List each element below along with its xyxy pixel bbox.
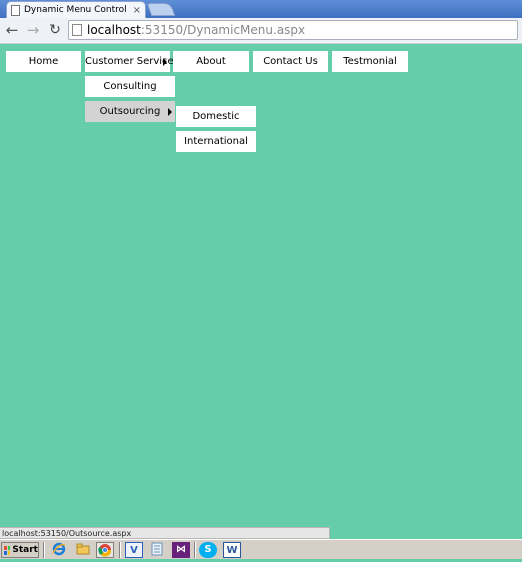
menu-item-outsourcing[interactable]: Outsourcing bbox=[85, 101, 175, 122]
page-icon bbox=[72, 24, 82, 36]
chrome-icon[interactable] bbox=[96, 542, 114, 558]
address-bar[interactable]: localhost:53150/DynamicMenu.aspx bbox=[68, 20, 518, 40]
menu-item-contact-us[interactable]: Contact Us bbox=[253, 51, 328, 72]
submenu-arrow-icon bbox=[168, 108, 172, 116]
ie-icon[interactable] bbox=[50, 542, 68, 558]
status-bar: localhost:53150/Outsource.aspx bbox=[0, 527, 330, 539]
taskbar-separator bbox=[194, 542, 196, 558]
tab-close-icon[interactable]: × bbox=[133, 5, 145, 16]
explorer-icon[interactable] bbox=[74, 542, 92, 558]
visio-icon[interactable]: V bbox=[125, 542, 143, 558]
browser-toolbar: ← → ↻ localhost:53150/DynamicMenu.aspx bbox=[0, 18, 522, 44]
taskbar: Start V ⋈ S W bbox=[0, 539, 522, 559]
start-label: Start bbox=[12, 545, 38, 555]
browser-tab[interactable]: Dynamic Menu Control Article × bbox=[6, 1, 146, 18]
new-tab-button[interactable] bbox=[146, 3, 176, 16]
back-icon[interactable]: ← bbox=[3, 21, 21, 39]
taskbar-separator bbox=[119, 542, 121, 558]
taskbar-separator bbox=[43, 542, 45, 558]
notepad-icon[interactable] bbox=[148, 542, 166, 558]
url-text: localhost:53150/DynamicMenu.aspx bbox=[87, 23, 306, 37]
menu-item-label: Outsourcing bbox=[99, 106, 161, 117]
page-icon bbox=[11, 4, 20, 16]
forward-icon[interactable]: → bbox=[24, 21, 42, 39]
menu-item-consulting[interactable]: Consulting bbox=[85, 76, 175, 97]
menu-item-about[interactable]: About bbox=[173, 51, 249, 72]
menu-item-testmonial[interactable]: Testmonial bbox=[332, 51, 408, 72]
windows-logo-icon bbox=[4, 545, 11, 555]
visual-studio-icon[interactable]: ⋈ bbox=[172, 542, 190, 558]
menu-item-international[interactable]: International bbox=[176, 131, 256, 152]
reload-icon[interactable]: ↻ bbox=[46, 21, 64, 39]
start-button[interactable]: Start bbox=[1, 542, 39, 558]
tab-title: Dynamic Menu Control Article bbox=[24, 5, 129, 15]
skype-icon[interactable]: S bbox=[199, 542, 217, 558]
menu-item-home[interactable]: Home bbox=[6, 51, 81, 72]
menu-item-customer-service[interactable]: Customer Service bbox=[85, 51, 174, 72]
menu-item-label: Customer Service bbox=[85, 56, 174, 67]
title-bar: Dynamic Menu Control Article × bbox=[0, 0, 522, 18]
menu-item-domestic[interactable]: Domestic bbox=[176, 106, 256, 127]
submenu-arrow-icon bbox=[163, 58, 167, 66]
word-icon[interactable]: W bbox=[223, 542, 241, 558]
